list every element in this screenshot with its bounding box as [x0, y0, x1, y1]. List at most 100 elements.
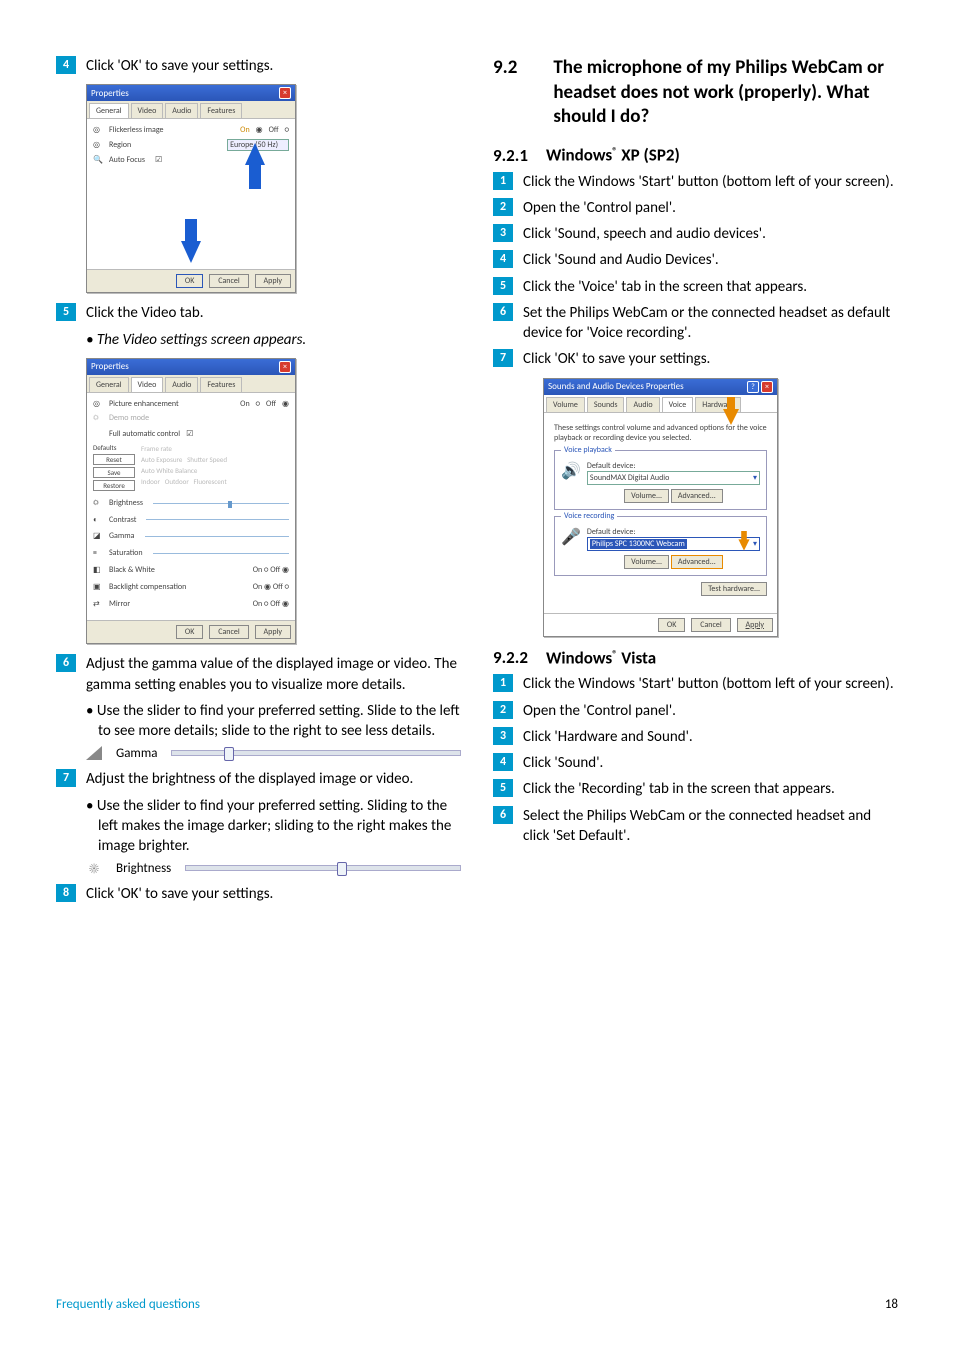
tab-video: Video — [131, 103, 164, 118]
speaker-icon: 🔊 — [561, 461, 581, 481]
tab-features: Features — [200, 377, 242, 392]
apply-button: Apply — [737, 618, 774, 632]
step5-caption: • The Video settings screen appears. — [56, 330, 461, 350]
help-icon: ? — [747, 381, 759, 393]
bw-row: Black & White — [109, 564, 155, 577]
volume-button: Volume... — [624, 489, 669, 503]
region-label: Region — [109, 140, 131, 150]
step-text-6: Adjust the gamma value of the displayed … — [86, 654, 461, 695]
section-number: 9.2 — [493, 56, 517, 130]
advanced-button: Advanced... — [671, 489, 723, 503]
brightness-slider — [185, 865, 461, 871]
step-text: Click the Windows 'Start' button (bottom… — [523, 674, 898, 694]
tab-sounds: Sounds — [587, 397, 625, 412]
tab-audio: Audio — [626, 397, 659, 412]
voice-playback-legend: Voice playback — [561, 445, 615, 455]
arrow-down-icon — [723, 409, 739, 425]
step-badge-6: 6 — [56, 654, 76, 672]
cancel-button: Cancel — [209, 625, 249, 639]
step-badge: 7 — [493, 349, 513, 367]
step-text: Open the 'Control panel'. — [523, 198, 898, 218]
default-device-label: Default device: — [587, 527, 760, 537]
section-title: The microphone of my Philips WebCam or h… — [553, 56, 898, 130]
gamma-icon — [86, 745, 102, 761]
ok-button: OK — [176, 274, 203, 288]
step-text-4: Click 'OK' to save your settings. — [86, 56, 461, 76]
step-text: Set the Philips WebCam or the connected … — [523, 303, 898, 344]
step-badge: 4 — [493, 753, 513, 771]
step-badge-7: 7 — [56, 769, 76, 787]
step-text: Select the Philips WebCam or the connect… — [523, 806, 898, 847]
properties-dialog-general-figure: Properties × General Video Audio Feature… — [86, 84, 461, 293]
mirror-row: Mirror — [109, 598, 130, 611]
tab-volume: Volume — [546, 397, 585, 412]
step-badge-4: 4 — [56, 56, 76, 74]
on-label: On — [240, 125, 250, 135]
ok-button: OK — [658, 618, 685, 632]
step-badge: 2 — [493, 198, 513, 216]
step-text: Click 'Sound and Audio Devices'. — [523, 250, 898, 270]
save-button: Save — [93, 467, 135, 478]
tab-general: General — [89, 377, 129, 392]
step-text: Click the Windows 'Start' button (bottom… — [523, 172, 898, 192]
gamma-row: Gamma — [109, 530, 135, 543]
step-badge: 1 — [493, 172, 513, 190]
close-icon: × — [279, 87, 291, 99]
cancel-button: Cancel — [209, 274, 249, 288]
step-text-8: Click 'OK' to save your settings. — [86, 884, 461, 904]
step-text: Click 'OK' to save your settings. — [523, 349, 898, 369]
step-badge: 6 — [493, 303, 513, 321]
step-badge: 1 — [493, 674, 513, 692]
demo-mode-label: Demo mode — [109, 413, 149, 423]
saturation-row: Saturation — [109, 547, 143, 560]
step-badge: 6 — [493, 806, 513, 824]
step-badge: 5 — [493, 779, 513, 797]
tab-features: Features — [200, 103, 242, 118]
gamma-slider — [171, 750, 461, 756]
brightness-label: Brightness — [116, 861, 171, 876]
mic-icon: 🎤 — [561, 527, 581, 547]
step-badge-5: 5 — [56, 303, 76, 321]
ok-button: OK — [176, 625, 203, 639]
off-label: Off — [269, 125, 279, 135]
properties-dialog-video-figure: Properties × General Video Audio Feature… — [86, 358, 461, 645]
step-badge-8: 8 — [56, 884, 76, 902]
reset-button: Reset — [93, 454, 135, 465]
picture-enh-label: Picture enhancement — [109, 399, 179, 409]
full-auto-label: Full automatic control — [109, 429, 180, 439]
brightness-row: Brightness — [109, 497, 143, 510]
on-label2: On — [240, 399, 250, 409]
default-device-label: Default device: — [587, 461, 760, 471]
step7-bullet: Use the slider to find your preferred se… — [56, 796, 461, 857]
contrast-row: Contrast — [109, 514, 136, 527]
arrow-down-icon — [181, 241, 201, 263]
apply-button: Apply — [255, 274, 292, 288]
recording-select: Philips SPC 1300NC Webcam▾ — [587, 537, 760, 551]
step-text: Click 'Sound, speech and audio devices'. — [523, 224, 898, 244]
footer-title: Frequently asked questions — [56, 1297, 200, 1312]
tab-video: Video — [131, 377, 164, 392]
arrow-down-icon — [738, 539, 749, 550]
tab-voice: Voice — [662, 397, 694, 412]
test-hardware-button: Test hardware... — [701, 582, 767, 596]
step-badge: 3 — [493, 727, 513, 745]
defaults-label: Defaults — [93, 443, 135, 452]
apply-button: Apply — [255, 625, 292, 639]
step-text: Click 'Hardware and Sound'. — [523, 727, 898, 747]
step-text: Click the 'Voice' tab in the screen that… — [523, 277, 898, 297]
subsection-921-head: 9.2.1Windows® XP (SP2) — [493, 144, 898, 166]
playback-select: SoundMAX Digital Audio▾ — [587, 471, 760, 485]
dialog-title: Properties — [91, 361, 129, 372]
cancel-button: Cancel — [691, 618, 731, 632]
step-badge: 5 — [493, 277, 513, 295]
step-text: Open the 'Control panel'. — [523, 701, 898, 721]
gamma-label: Gamma — [116, 746, 157, 761]
tab-general: General — [89, 103, 129, 118]
step-text-7: Adjust the brightness of the displayed i… — [86, 769, 461, 789]
page-number: 18 — [885, 1297, 898, 1312]
close-icon: × — [279, 361, 291, 373]
backlight-row: Backlight compensation — [109, 581, 186, 594]
off-label2: Off — [266, 399, 276, 409]
step-text: Click 'Sound'. — [523, 753, 898, 773]
subsection-922-head: 9.2.2Windows® Vista — [493, 647, 898, 669]
